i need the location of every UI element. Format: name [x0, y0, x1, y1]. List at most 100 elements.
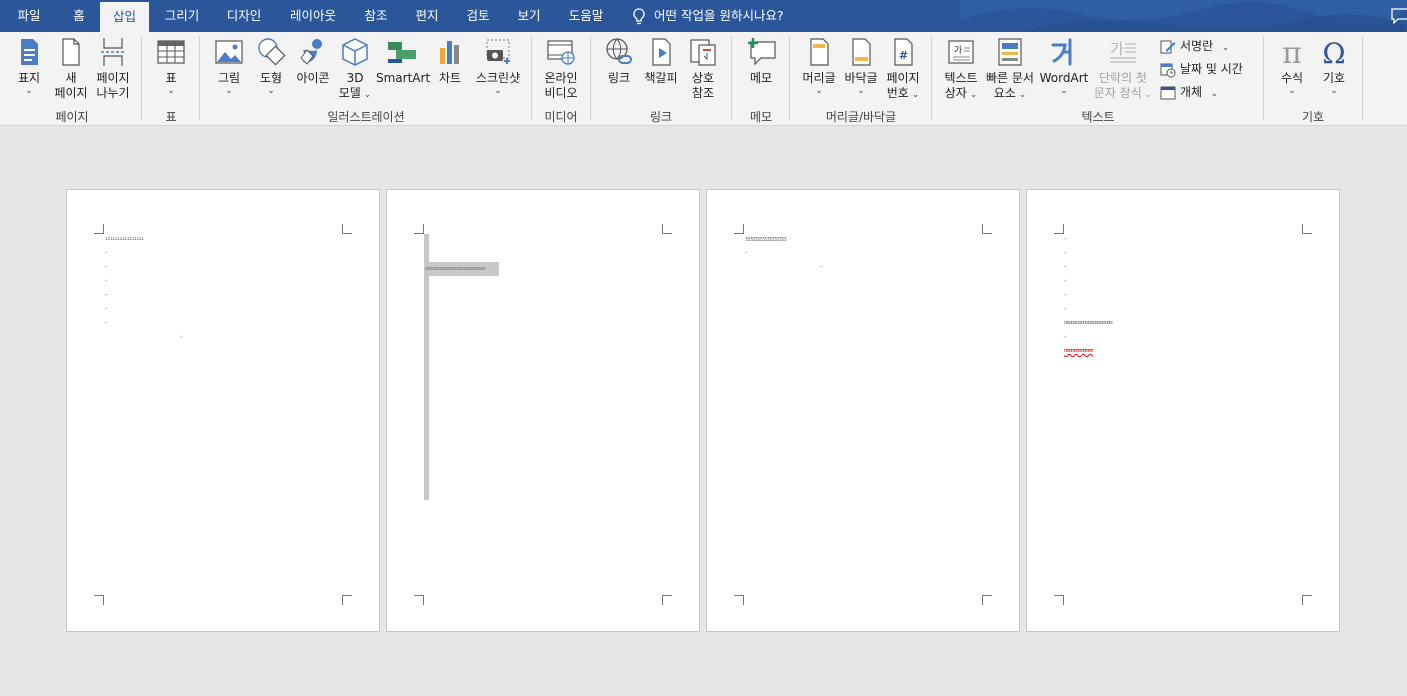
lightbulb-icon: [633, 7, 645, 24]
group-separator: [1263, 36, 1264, 120]
omega-icon: Ω: [1322, 37, 1345, 68]
group-separator: [199, 36, 200, 120]
tell-me-search[interactable]: 어떤 작업을 원하시나요?: [632, 0, 784, 32]
page-number-button[interactable]: # 페이지 번호 ⌄: [882, 36, 924, 103]
online-video-button[interactable]: 온라인 비디오: [538, 36, 584, 101]
group-separator: [931, 36, 932, 120]
smartart-label: SmartArt: [376, 71, 431, 85]
background-wave-decoration: [960, 0, 1407, 32]
icons-label: 아이콘: [296, 71, 330, 85]
3d-models-button[interactable]: 3D 모델 ⌄: [334, 36, 376, 103]
link-globe-icon: [606, 38, 632, 64]
page-text-line[interactable]: ɑɑɑɑɑɑɑɑɑɑɑɑɑɑɑɑɑɑɑɑ: [1064, 320, 1113, 326]
header-button[interactable]: 머리글 ⌄: [798, 36, 840, 96]
date-time-button[interactable]: 날짜 및 시간: [1160, 59, 1243, 79]
text-box-label-2: 상자: [944, 86, 967, 100]
drop-cap-icon: 가: [1110, 40, 1136, 63]
chevron-down-icon: ⌄: [25, 86, 33, 96]
tab-design[interactable]: 디자인: [216, 0, 272, 32]
cross-reference-button[interactable]: 상호 참조: [682, 36, 724, 101]
bird-icon: [300, 39, 322, 65]
document-page-1[interactable]: ıııııııııııııııı ↵ ↵ ↵ ↵ ↵ ↵ ↵: [66, 189, 380, 632]
text-box-button[interactable]: 가 텍스트 상자 ⌄: [940, 36, 982, 103]
chevron-down-icon: ⌄: [1213, 43, 1230, 53]
tab-view[interactable]: 보기: [507, 0, 551, 32]
chevron-down-icon: ⌄: [815, 86, 823, 96]
header-icon: [810, 38, 829, 66]
misspelled-text-line[interactable]: ʊʊʊʊʊʊʊʊʊʊʊʊ: [1064, 348, 1094, 354]
tab-layout[interactable]: 레이아웃: [280, 0, 346, 32]
chevron-down-icon: ⌄: [1330, 86, 1338, 96]
symbol-label: 기호: [1322, 71, 1346, 85]
tab-insert[interactable]: 삽입: [100, 2, 149, 32]
new-page-label-2: 페이지: [54, 86, 88, 100]
svg-text:#: #: [899, 49, 908, 62]
new-page-label-1: 새: [65, 71, 77, 85]
document-page-2[interactable]: ƨƨƨƨƨƨƨƨƨƨƨƨƨƨƨƨƨƨƨƨƨƨƨƨƨ: [386, 189, 700, 632]
crop-mark: [94, 224, 104, 234]
drop-cap-button[interactable]: 가 단락의 첫 문자 장식 ⌄: [1090, 36, 1156, 103]
page-text-line[interactable]: ƨƨƨƨƨƨƨƨƨƨƨƨƨƨƨƨƨƨƨƨƨƨƨƨƨ: [425, 266, 486, 272]
paragraph-mark: ↵: [1064, 278, 1068, 283]
page-text-line[interactable]: ıııııııııııııııı: [105, 236, 144, 242]
signature-line-button[interactable]: 서명란 ⌄: [1160, 36, 1229, 56]
group-separator: [789, 36, 790, 120]
page-break-button[interactable]: 페이지 나누기: [92, 36, 134, 101]
document-page-4[interactable]: ↵ ↵ ↵ ↵ ↵ ↵ ɑɑɑɑɑɑɑɑɑɑɑɑɑɑɑɑɑɑɑɑ ↵ ʊʊʊʊʊ…: [1026, 189, 1340, 632]
object-label: 개체: [1180, 85, 1203, 99]
tab-references[interactable]: 참조: [354, 0, 398, 32]
paragraph-mark: ↵: [180, 334, 184, 339]
smartart-button[interactable]: SmartArt: [376, 36, 431, 86]
crop-mark: [94, 595, 104, 605]
crop-mark: [662, 595, 672, 605]
picture-button[interactable]: 그림 ⌄: [208, 36, 250, 96]
bookmark-button[interactable]: 책갈피: [640, 36, 682, 86]
cover-page-button[interactable]: 표지 ⌄: [10, 36, 48, 96]
svg-text:가: 가: [954, 45, 962, 56]
cube-icon: [342, 38, 368, 66]
calendar-clock-icon: [1160, 63, 1176, 77]
footer-button[interactable]: 바닥글 ⌄: [840, 36, 882, 96]
page-break-label-2: 나누기: [96, 86, 130, 100]
comments-icon[interactable]: [1391, 8, 1407, 24]
chevron-down-icon: ⌄: [966, 90, 978, 100]
new-page-button[interactable]: 새 페이지: [50, 36, 92, 101]
shapes-button[interactable]: 도형 ⌄: [250, 36, 292, 96]
cross-reference-label-2: 참조: [691, 86, 715, 100]
tab-review[interactable]: 검토: [456, 0, 500, 32]
equation-label: 수식: [1280, 71, 1304, 85]
svg-text:π: π: [1282, 36, 1302, 68]
page-number-icon: #: [894, 38, 913, 66]
symbol-button[interactable]: Ω 기호 ⌄: [1313, 36, 1355, 96]
tab-home[interactable]: 홈: [60, 0, 98, 32]
table-button[interactable]: 표 ⌄: [150, 36, 192, 96]
object-button[interactable]: 개체 ⌄: [1160, 82, 1218, 102]
tab-help[interactable]: 도움말: [558, 0, 614, 32]
tab-file[interactable]: 파일: [4, 0, 54, 32]
chevron-down-icon: ⌄: [908, 90, 920, 100]
equation-button[interactable]: π 수식 ⌄: [1271, 36, 1313, 96]
picture-label: 그림: [217, 71, 241, 85]
paragraph-mark: ↵: [105, 306, 109, 311]
new-comment-button[interactable]: 메모: [740, 36, 782, 86]
chart-button[interactable]: 차트: [430, 36, 470, 86]
icons-button[interactable]: 아이콘: [292, 36, 334, 86]
group-label-tables: 표: [165, 110, 177, 124]
wordart-button[interactable]: WordArt ⌄: [1038, 36, 1090, 96]
paragraph-mark: ↵: [105, 278, 109, 283]
link-button[interactable]: 링크: [598, 36, 640, 86]
page-text-line[interactable]: ʒʒʒʒʒʒʒʒʒʒʒʒʒʒʒʒʒ: [745, 236, 787, 242]
tab-mailings[interactable]: 편지: [405, 0, 449, 32]
tab-draw[interactable]: 그리기: [154, 0, 210, 32]
quick-parts-label-2: 요소: [993, 86, 1016, 100]
screenshot-button[interactable]: 스크린샷 ⌄: [472, 36, 524, 96]
document-page-3[interactable]: ʒʒʒʒʒʒʒʒʒʒʒʒʒʒʒʒʒ ↵ ↵: [706, 189, 1020, 632]
quick-parts-button[interactable]: 빠른 문서 요소 ⌄: [982, 36, 1038, 103]
quick-parts-icon: [998, 38, 1022, 66]
group-label-text: 텍스트: [1081, 110, 1115, 124]
signature-icon: [1160, 40, 1176, 53]
header-label: 머리글: [802, 71, 836, 85]
document-canvas[interactable]: ıııııııııııııııı ↵ ↵ ↵ ↵ ↵ ↵ ↵ ƨƨƨƨƨƨƨƨƨ…: [0, 126, 1407, 696]
paragraph-mark: ↵: [105, 250, 109, 255]
comment-label: 메모: [749, 71, 773, 85]
